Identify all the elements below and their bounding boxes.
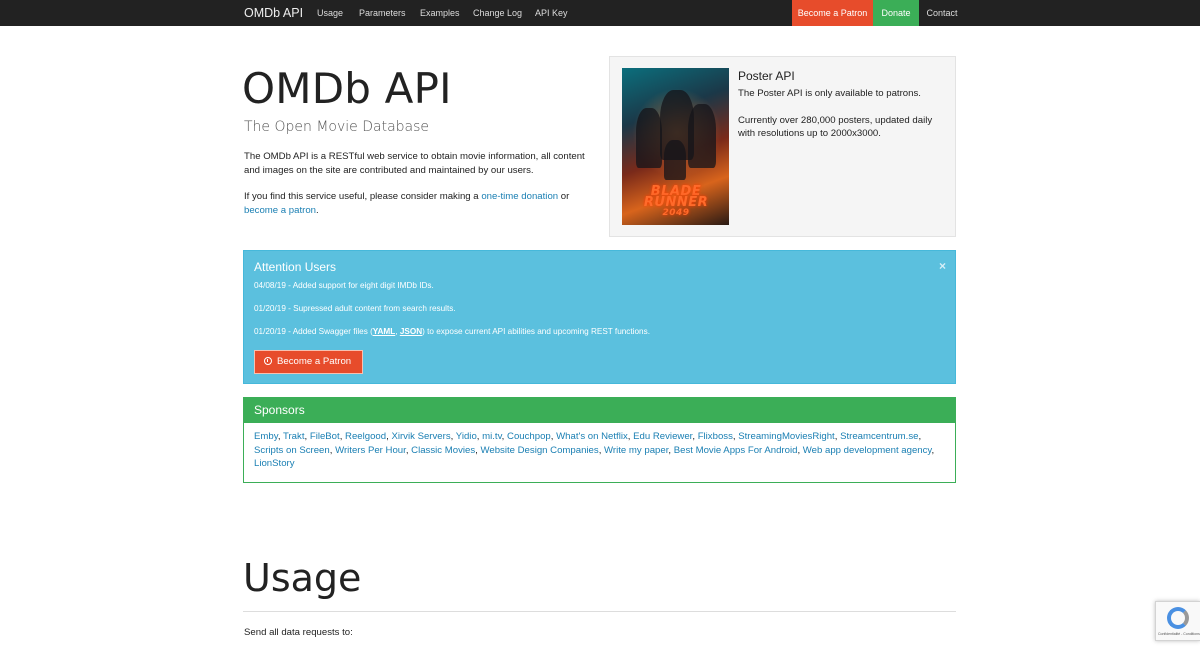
sponsor-link[interactable]: Reelgood — [345, 431, 386, 442]
sponsor-link[interactable]: Xirvik Servers — [391, 431, 450, 442]
sponsor-link[interactable]: StreamingMoviesRight — [738, 431, 835, 442]
blade-runner-poster-image: BLADE RUNNER 2049 — [622, 68, 729, 225]
nav-usage[interactable]: Usage — [317, 0, 343, 26]
yaml-link[interactable]: YAML — [373, 327, 395, 336]
nav-become-patron-button[interactable]: Become a Patron — [792, 0, 873, 26]
sponsors-panel: Sponsors Emby, Trakt, FileBot, Reelgood,… — [243, 397, 956, 483]
recaptcha-terms: Confidentialité - Conditions — [1158, 632, 1200, 636]
sponsor-link[interactable]: Couchpop — [507, 431, 551, 442]
become-patron-label: Become a Patron — [277, 356, 352, 367]
nav-change-log[interactable]: Change Log — [473, 0, 522, 26]
donation-text-or: or — [558, 191, 570, 202]
page-title: OMDb API — [242, 64, 452, 113]
recaptcha-badge[interactable]: Confidentialité - Conditions — [1155, 601, 1200, 641]
sponsor-link[interactable]: Write my paper — [604, 445, 668, 456]
donation-text: If you find this service useful, please … — [244, 191, 482, 202]
usage-intro-text: Send all data requests to: — [244, 627, 353, 638]
sponsor-link[interactable]: Trakt — [283, 431, 305, 442]
sponsors-list: Emby, Trakt, FileBot, Reelgood, Xirvik S… — [254, 431, 935, 470]
sponsors-title: Sponsors — [244, 398, 955, 423]
json-link[interactable]: JSON — [400, 327, 422, 336]
one-time-donation-link[interactable]: one-time donation — [481, 191, 558, 202]
patreon-icon — [264, 357, 272, 365]
nav-contact[interactable]: Contact — [919, 0, 965, 26]
alert-news-2: 01/20/19 - Supressed adult content from … — [254, 304, 456, 313]
poster-logo-text: BLADE RUNNER 2049 — [643, 184, 709, 218]
alert-title: Attention Users — [254, 260, 337, 274]
usage-heading: Usage — [243, 556, 362, 600]
poster-api-panel: BLADE RUNNER 2049 Poster API The Poster … — [609, 56, 956, 237]
close-icon[interactable]: × — [939, 259, 946, 273]
sponsor-link[interactable]: Scripts on Screen — [254, 445, 330, 456]
brand-link[interactable]: OMDb API — [244, 0, 303, 26]
usage-divider — [243, 611, 956, 612]
top-navbar: OMDb API Usage Parameters Examples Chang… — [0, 0, 1200, 26]
nav-donate-button[interactable]: Donate — [873, 0, 919, 26]
sponsor-link[interactable]: mi.tv — [482, 431, 502, 442]
sponsor-link[interactable]: Streamcentrum.se — [840, 431, 918, 442]
sponsor-link[interactable]: Emby — [254, 431, 278, 442]
alert-news-3-rest: ) to expose current API abilities and up… — [422, 327, 650, 336]
poster-api-text-1: The Poster API is only available to patr… — [738, 88, 921, 99]
alert-news-1: 04/08/19 - Added support for eight digit… — [254, 281, 434, 290]
poster-api-text-2: Currently over 280,000 posters, updated … — [738, 115, 933, 139]
sponsor-link[interactable]: Classic Movies — [411, 445, 475, 456]
nav-examples[interactable]: Examples — [420, 0, 460, 26]
nav-api-key[interactable]: API Key — [535, 0, 568, 26]
sponsor-link[interactable]: Edu Reviewer — [633, 431, 692, 442]
alert-news-3-text: 01/20/19 - Added Swagger files ( — [254, 327, 373, 336]
nav-parameters[interactable]: Parameters — [359, 0, 406, 26]
sponsor-link[interactable]: Best Movie Apps For Android — [674, 445, 798, 456]
sponsor-link[interactable]: Writers Per Hour — [335, 445, 406, 456]
page-subtitle: The Open Movie Database — [244, 119, 430, 135]
alert-news-3: 01/20/19 - Added Swagger files (YAML, JS… — [254, 327, 650, 336]
sponsor-link[interactable]: Website Design Companies — [480, 445, 598, 456]
sponsor-link[interactable]: FileBot — [310, 431, 340, 442]
donation-paragraph: If you find this service useful, please … — [244, 190, 599, 217]
intro-paragraph: The OMDb API is a RESTful web service to… — [244, 151, 585, 176]
recaptcha-icon — [1167, 607, 1189, 629]
sponsor-link[interactable]: Web app development agency — [803, 445, 932, 456]
poster-api-title: Poster API — [738, 69, 795, 83]
become-patron-button[interactable]: Become a Patron — [254, 350, 363, 374]
donation-text-end: . — [316, 204, 319, 216]
become-patron-link[interactable]: become a patron — [244, 205, 316, 216]
sponsor-link[interactable]: Flixboss — [698, 431, 733, 442]
sponsor-link[interactable]: LionStory — [254, 458, 295, 469]
sponsor-link[interactable]: Yidio — [456, 431, 477, 442]
attention-alert: Attention Users × 04/08/19 - Added suppo… — [243, 250, 956, 384]
sponsor-link[interactable]: What's on Netflix — [556, 431, 628, 442]
